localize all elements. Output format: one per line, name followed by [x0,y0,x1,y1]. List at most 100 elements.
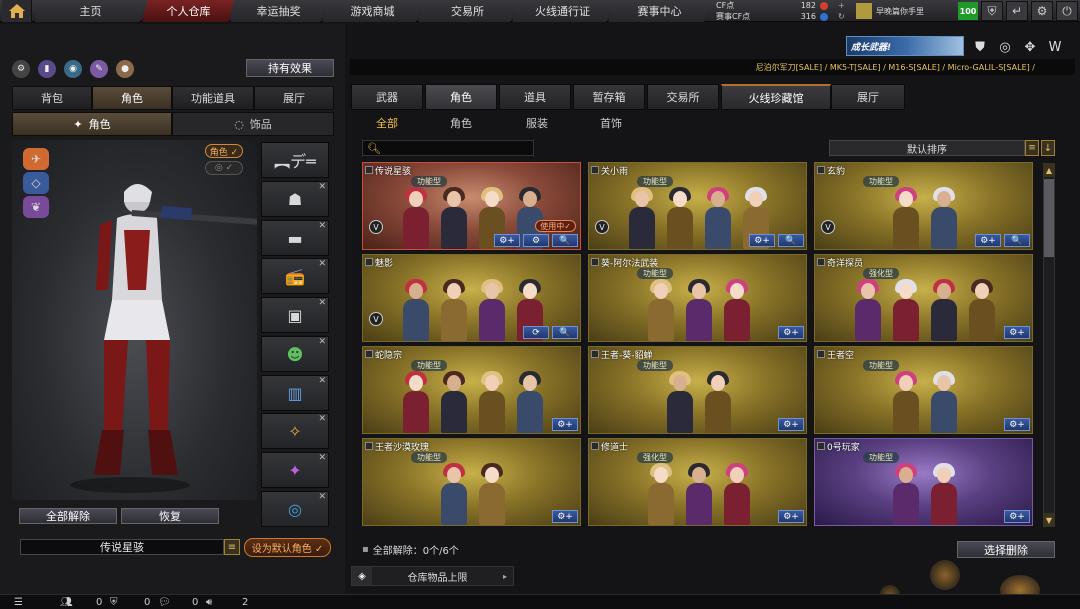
subtab-character[interactable]: ✦ 角色 [12,112,172,136]
tab-collection-hall[interactable]: 火线珍藏馆 [721,84,831,110]
character-name-field[interactable]: 传说星骇 [20,539,224,555]
wing-type-icon[interactable]: ❦ [23,196,49,218]
equip-slot-mask[interactable]: ☻ ✕ [261,336,329,372]
shield-icon[interactable]: ⛨ [981,1,1003,21]
tab-lucky-draw[interactable]: 幸运抽奖 [230,0,326,22]
menu-icon[interactable]: ≡ [1025,140,1039,156]
chart-icon[interactable]: ▮ [38,60,56,78]
scroll-up-icon[interactable]: ▲ [1043,163,1055,177]
character-card[interactable]: 传说星骇 功能型 V 使用中✓ ⚙+ ⚙ 🔍 [362,162,581,250]
filter-all[interactable]: 全部 [362,114,412,132]
equip-slot-backpack[interactable]: ▣ ✕ [261,297,329,333]
customize-icon[interactable]: ⚙+ [778,418,804,431]
tab-characters[interactable]: 角色 [425,84,497,110]
power-icon[interactable]: ⏻ [1056,1,1078,21]
character-card[interactable]: 玄豹 功能型 V ⚙+ 🔍 [814,162,1033,250]
menu-icon[interactable]: ≡ [224,539,240,555]
gear-icon[interactable]: ⚙ [1031,1,1053,21]
close-icon[interactable]: ✕ [318,337,326,347]
search-input[interactable]: 🔍︎ [362,140,534,156]
set-default-character-button[interactable]: 设为默认角色 ✓ [244,538,331,557]
character-card[interactable]: 葵-阿尔法武装 功能型 ⚙+ [588,254,807,342]
color-wheel-icon[interactable]: ◉ [64,60,82,78]
chat-status[interactable]: 💬︎ [158,595,171,609]
character-card[interactable]: 王者沙漠玫瑰 功能型 ⚙+ [362,438,581,526]
tab-battle-pass[interactable]: 火线通行证 [512,0,612,22]
brush-icon[interactable]: ✎ [90,60,108,78]
customize-icon[interactable]: ⚙+ [975,234,1001,247]
tab-trade[interactable]: 交易所 [647,84,719,110]
equip-slot-gold-wings[interactable]: ✧ ✕ [261,413,329,449]
equip-slot-helmet[interactable]: ☗ ✕ [261,181,329,217]
equip-slot-glasses[interactable]: ▬ ✕ [261,220,329,256]
character-type-icon[interactable]: ✈ [23,148,49,170]
storage-limit-button[interactable]: ◈ 仓库物品上限 ▸ [351,566,514,586]
character-card[interactable]: 魅影 V ⟳ 🔍 [362,254,581,342]
hold-effect-button[interactable]: 持有效果 [246,59,334,77]
scroll-down-icon[interactable]: ▼ [1043,513,1055,527]
zoom-icon[interactable]: 🔍 [552,234,578,247]
close-icon[interactable]: ✕ [318,492,326,502]
tab-exchange[interactable]: 交易所 [418,0,516,22]
friends-status[interactable]: 👥︎ [60,595,73,609]
growth-weapon-banner[interactable]: 成长武器! [846,36,964,56]
equip-slot-radio[interactable]: 📻 ✕ [261,258,329,294]
volume-status[interactable]: 🔊︎ [206,595,212,609]
customize-icon[interactable]: ⚙+ [1004,510,1030,523]
sort-dropdown[interactable]: 默认排序 [829,140,1025,156]
close-icon[interactable]: ✕ [318,414,326,424]
filter-jewelry[interactable]: 首饰 [586,114,636,132]
zoom-icon[interactable]: 🔍 [1004,234,1030,247]
customize-icon[interactable]: ⚙+ [778,326,804,339]
role-tag[interactable]: 角色 ✓ [205,144,243,158]
profile-area[interactable]: 早晚篇你手里 [852,0,952,22]
settings-icon[interactable]: ⚙ [523,234,549,247]
character-card[interactable]: 王者-葵-貂蝉 功能型 ⚙+ [588,346,807,434]
tab-showroom-right[interactable]: 展厅 [831,84,905,110]
switch-icon[interactable]: ⟳ [523,326,549,339]
tab-character[interactable]: 角色 [92,86,172,110]
badge-icon[interactable]: ⛊ [971,38,989,56]
back-icon[interactable]: ↵ [1006,1,1028,21]
character-card[interactable]: 0号玩家 功能型 ⚙+ [814,438,1033,526]
crosshair-icon[interactable]: ✥ [1021,38,1039,56]
close-icon[interactable]: ✕ [318,376,326,386]
add-icon[interactable]: + [838,1,845,10]
close-icon[interactable]: ✕ [318,221,326,231]
vehicle-type-icon[interactable]: ◇ [23,172,49,194]
customize-icon[interactable]: ⚙+ [1004,418,1030,431]
shield-status[interactable]: ⛨ [110,595,118,609]
tab-function-items[interactable]: 功能道具 [172,86,254,110]
equip-slot-rifle[interactable]: ︻デ═ [261,142,329,178]
chicken-icon[interactable]: ● [116,60,134,78]
target-icon[interactable]: ◎ [996,38,1014,56]
select-delete-button[interactable]: 选择删除 [957,541,1055,558]
character-card[interactable]: 修道士 强化型 ⚙+ [588,438,807,526]
filter-character[interactable]: 角色 [436,114,486,132]
close-icon[interactable]: ✕ [318,259,326,269]
home-icon[interactable] [2,0,32,22]
character-card[interactable]: 王者空 功能型 ⚙+ [814,346,1033,434]
refresh-icon[interactable]: ↻ [838,12,845,21]
tab-weapons[interactable]: 武器 [351,84,423,110]
sort-direction-icon[interactable]: ↓ [1041,140,1055,156]
tab-personal-storage[interactable]: 个人仓库 [142,0,234,22]
scroll-thumb[interactable] [1044,179,1054,257]
customize-icon[interactable]: ⚙+ [749,234,775,247]
secondary-tag[interactable]: ◎ ✓ [205,161,243,175]
restore-button[interactable]: 恢复 [121,508,219,524]
character-preview[interactable] [12,140,267,500]
customize-icon[interactable]: ⚙+ [552,510,578,523]
unequip-all-button[interactable]: 全部解除 [19,508,117,524]
tab-temp-box[interactable]: 暂存箱 [573,84,645,110]
tab-backpack[interactable]: 背包 [12,86,92,110]
tab-game-mall[interactable]: 游戏商城 [322,0,422,22]
equip-slot-ring[interactable]: ◎ ✕ [261,491,329,527]
tab-event-center[interactable]: 赛事中心 [608,0,710,22]
customize-icon[interactable]: ⚙+ [552,418,578,431]
character-card[interactable]: 奇洋探员 强化型 ⚙+ [814,254,1033,342]
tab-showroom[interactable]: 展厅 [254,86,334,110]
zoom-icon[interactable]: 🔍 [552,326,578,339]
effects-off-icon[interactable]: ⚙ [12,60,30,78]
wings-icon[interactable]: W [1046,38,1064,56]
